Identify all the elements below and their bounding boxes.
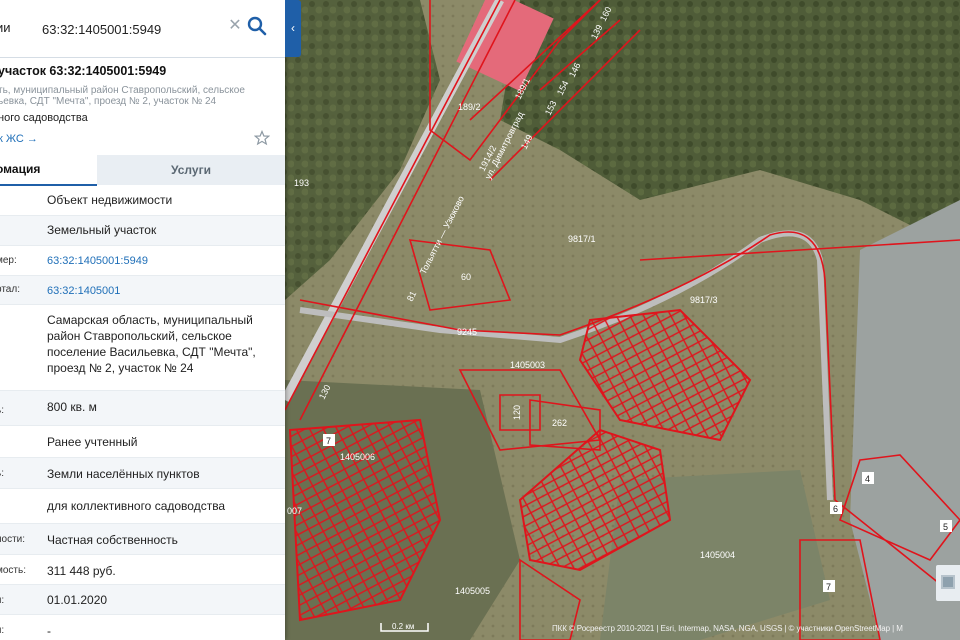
search-input[interactable]: [40, 16, 224, 42]
map-scale: 0.2 км: [380, 620, 430, 632]
row-value: Земли населённых пунктов: [47, 467, 200, 481]
table-row: Самарская область, муниципальный район С…: [0, 305, 285, 391]
row-label: ь:: [0, 468, 4, 479]
info-panel: ии ✕ участок 63:32:1405001:5949 ть, муни…: [0, 0, 285, 640]
map-label: 120: [512, 405, 522, 420]
tab-information[interactable]: омация: [0, 155, 97, 186]
map-label: 9817/1: [568, 234, 596, 244]
row-label: я:: [0, 595, 5, 606]
map-label: 5: [943, 522, 948, 532]
search-button[interactable]: [246, 15, 268, 37]
attributes-table: Объект недвижимости Земельный участок ме…: [0, 185, 285, 640]
row-value: Ранее учтенный: [47, 435, 138, 449]
map-label: 7: [326, 436, 331, 446]
table-row: ь: Земли населённых пунктов: [0, 458, 285, 489]
table-row: я: 01.01.2020: [0, 585, 285, 615]
table-row: Ранее учтенный: [0, 426, 285, 458]
table-row: мость: 311 448 руб.: [0, 555, 285, 585]
row-value: -: [47, 624, 51, 638]
layers-icon: [941, 575, 955, 589]
scale-label: 0.2 км: [392, 622, 414, 631]
table-row: для коллективного садоводства: [0, 489, 285, 524]
map-label: 7: [826, 582, 831, 592]
table-row: ртал: 63:32:1405001: [0, 276, 285, 305]
row-value: Частная собственность: [47, 533, 178, 547]
map-label: 189/2: [458, 102, 481, 112]
star-icon[interactable]: [253, 129, 271, 146]
tab-services[interactable]: Услуги: [97, 155, 285, 185]
map-label: 4: [865, 474, 870, 484]
cadastral-number-link[interactable]: 63:32:1405001:5949: [47, 253, 272, 269]
row-value: 311 448 руб.: [47, 564, 116, 578]
search-bar: ии ✕: [0, 0, 285, 58]
table-row: я: -: [0, 615, 285, 640]
row-label: мер:: [0, 255, 17, 266]
object-title: участок 63:32:1405001:5949: [0, 64, 167, 78]
map-attribution: ПКК © Росреестр 2010-2021 | Esri, Interm…: [552, 624, 903, 633]
basemap-toggle-button[interactable]: [936, 565, 960, 601]
map-label: 60: [461, 272, 471, 282]
table-row: Земельный участок: [0, 216, 285, 246]
row-value: 800 кв. м: [47, 400, 97, 414]
row-value: Самарская область, муниципальный район С…: [47, 313, 256, 375]
tab-bar: омация Услуги: [0, 155, 285, 186]
zs-link[interactable]: к ЖС →: [0, 133, 38, 145]
map-label: 1405006: [340, 452, 375, 462]
chevron-left-icon: ‹: [291, 21, 295, 35]
map-label: 6: [833, 504, 838, 514]
table-row: мер: 63:32:1405001:5949: [0, 246, 285, 276]
map-label: 1405005: [455, 586, 490, 596]
search-type-selector[interactable]: ии: [0, 20, 11, 35]
row-label: мость:: [0, 565, 27, 576]
search-icon: [247, 16, 267, 36]
row-value: 01.01.2020: [47, 593, 108, 607]
map-label: 262: [552, 418, 567, 428]
row-label: ртал:: [0, 284, 20, 295]
map-label: 007: [287, 506, 302, 516]
map-label: 193: [294, 178, 309, 188]
map-label: 1405004: [700, 550, 735, 560]
table-row: ь: 800 кв. м: [0, 391, 285, 426]
table-row: Объект недвижимости: [0, 185, 285, 216]
row-value: Земельный участок: [47, 223, 157, 237]
row-label: ности:: [0, 534, 26, 545]
cadastral-quarter-link[interactable]: 63:32:1405001: [47, 283, 272, 299]
row-value: Объект недвижимости: [47, 193, 173, 207]
table-row: ности: Частная собственность: [0, 524, 285, 555]
object-address: ть, муниципальный район Ставропольский, …: [0, 85, 245, 107]
row-label: ь:: [0, 405, 4, 416]
object-usage: ного садоводства: [0, 112, 88, 124]
row-label: я:: [0, 625, 5, 636]
collapse-panel-button[interactable]: ‹: [285, 0, 301, 57]
map-label: 9245: [457, 327, 477, 337]
map-label: 1405003: [510, 360, 545, 370]
map-label: 9817/3: [690, 295, 718, 305]
row-value: для коллективного садоводства: [47, 499, 226, 513]
close-icon[interactable]: ✕: [227, 18, 243, 34]
